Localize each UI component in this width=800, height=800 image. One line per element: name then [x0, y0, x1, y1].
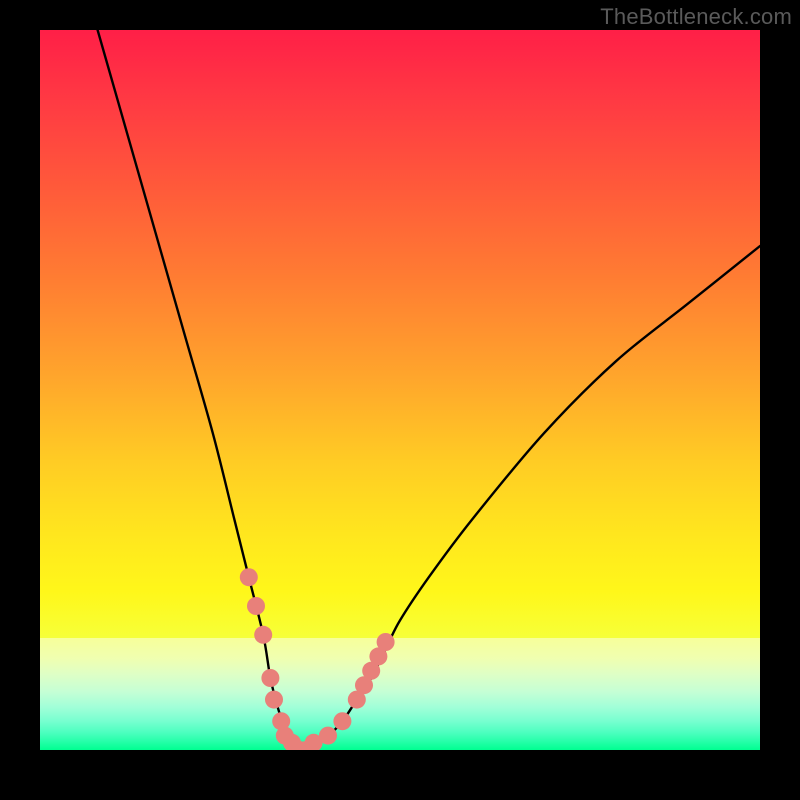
- bottleneck-curve: [98, 30, 760, 750]
- data-marker: [377, 633, 395, 651]
- data-marker: [261, 669, 279, 687]
- data-marker: [319, 727, 337, 745]
- data-marker: [247, 597, 265, 615]
- data-markers: [240, 568, 395, 750]
- watermark-text: TheBottleneck.com: [600, 4, 792, 30]
- data-marker: [240, 568, 258, 586]
- chart-svg: [40, 30, 760, 750]
- data-marker: [254, 626, 272, 644]
- chart-container: [40, 30, 760, 750]
- data-marker: [333, 712, 351, 730]
- data-marker: [265, 691, 283, 709]
